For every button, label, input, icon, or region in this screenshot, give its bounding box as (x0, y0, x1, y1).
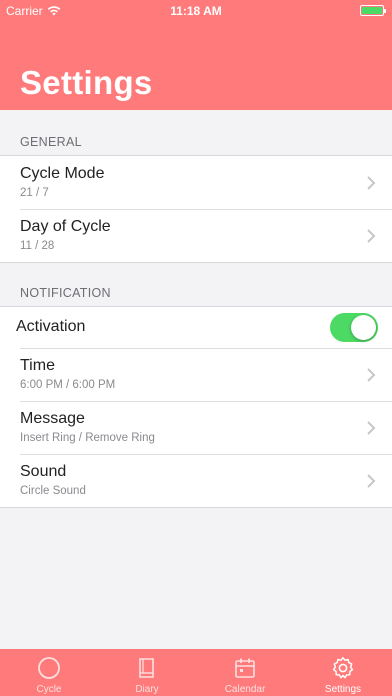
circle-icon (38, 657, 60, 679)
calendar-icon (235, 658, 255, 678)
gear-icon (332, 657, 354, 679)
row-title: Time (20, 357, 55, 374)
row-title: Sound (20, 463, 67, 480)
notification-group: Activation Time 6:00 PM / 6:00 PM Messag… (0, 306, 392, 508)
message-row[interactable]: Message Insert Ring / Remove Ring (0, 401, 392, 454)
status-time: 11:18 AM (170, 4, 222, 18)
row-subtitle: Circle Sound (20, 485, 86, 497)
nav-header: Carrier 11:18 AM Settings (0, 0, 392, 110)
tab-label: Settings (324, 684, 362, 695)
time-row[interactable]: Time 6:00 PM / 6:00 PM (0, 348, 392, 401)
status-bar: Carrier 11:18 AM (0, 0, 392, 20)
row-subtitle: Insert Ring / Remove Ring (20, 432, 155, 444)
activation-toggle[interactable] (330, 313, 378, 342)
day-of-cycle-row[interactable]: Day of Cycle 11 / 28 (0, 209, 392, 262)
tab-label: Cycle (36, 684, 62, 695)
cycle-mode-row[interactable]: Cycle Mode 21 / 7 (0, 156, 392, 209)
battery-icon (360, 5, 386, 16)
book-icon (139, 658, 154, 678)
activation-label: Activation (16, 318, 86, 335)
page-title: Settings (20, 64, 153, 101)
tab-label: Calendar (224, 684, 266, 695)
chevron-right-icon (367, 421, 376, 435)
row-subtitle: 21 / 7 (20, 187, 49, 199)
sound-row[interactable]: Sound Circle Sound (0, 454, 392, 507)
row-title: Cycle Mode (20, 165, 105, 182)
row-subtitle: 11 / 28 (20, 240, 55, 252)
chevron-right-icon (367, 474, 376, 488)
chevron-right-icon (367, 229, 376, 243)
tab-label: Diary (135, 684, 159, 695)
tab-diary[interactable]: Diary (98, 649, 196, 696)
section-header-general: GENERAL (20, 135, 82, 149)
tab-calendar[interactable]: Calendar (196, 649, 294, 696)
tab-cycle[interactable]: Cycle (0, 649, 98, 696)
general-group: Cycle Mode 21 / 7 Day of Cycle 11 / 28 (0, 155, 392, 263)
tab-settings[interactable]: Settings (294, 649, 392, 696)
row-subtitle: 6:00 PM / 6:00 PM (20, 379, 116, 391)
row-title: Message (20, 410, 85, 427)
section-header-notification: NOTIFICATION (20, 286, 111, 300)
row-title: Day of Cycle (20, 218, 111, 235)
chevron-right-icon (367, 176, 376, 190)
tab-bar: Cycle Diary Calendar Settings (0, 649, 392, 696)
activation-row: Activation (0, 307, 392, 348)
chevron-right-icon (367, 368, 376, 382)
